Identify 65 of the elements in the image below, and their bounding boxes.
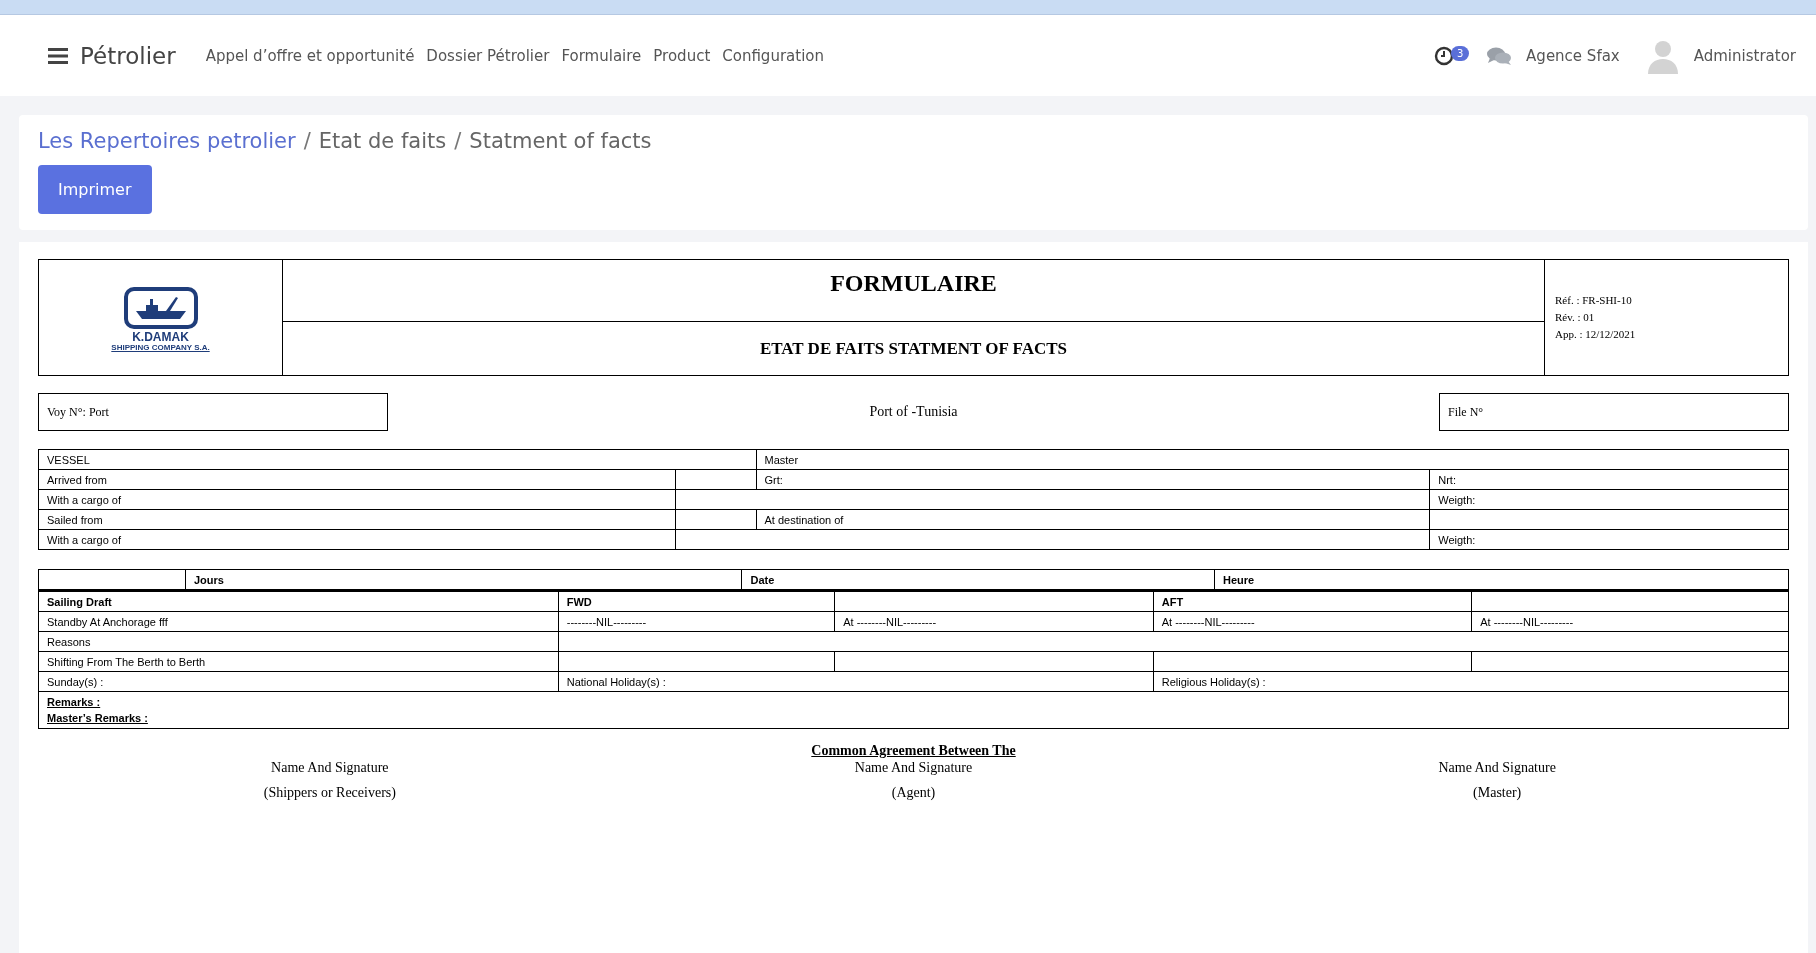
chat-icon[interactable] <box>1486 45 1513 66</box>
table-cell: --------NIL--------- <box>558 611 835 632</box>
breadcrumb-item: Etat de faits <box>318 129 447 153</box>
signature-label: Name And Signature <box>271 759 389 777</box>
table-header: Heure <box>1214 569 1789 590</box>
signatory-role: (Master) <box>1473 784 1522 802</box>
print-button[interactable]: Imprimer <box>38 165 152 214</box>
table-header: Jours <box>185 569 742 590</box>
table-cell: Standby At Anchorage fff <box>38 611 559 632</box>
nav-link[interactable]: Product <box>653 46 711 65</box>
table-cell: VESSEL <box>38 449 756 470</box>
table-cell: At --------NIL--------- <box>1471 611 1789 632</box>
table-cell: FWD <box>558 591 835 612</box>
agreement-heading: Common Agreement Between The <box>811 743 1016 758</box>
table-cell: With a cargo of <box>38 489 676 510</box>
table-cell: AFT <box>1153 591 1472 612</box>
table-cell: Master <box>756 449 1789 470</box>
table-cell: Sailing Draft <box>38 591 559 612</box>
company-name: K.DAMAK <box>132 330 189 344</box>
table-cell: Religious Holiday(s) : <box>1153 671 1789 692</box>
table-cell: At --------NIL--------- <box>1153 611 1472 632</box>
signatory-role: (Agent) <box>891 784 936 802</box>
table-cell: Grt: <box>756 469 1430 490</box>
port-label: Port of -Tunisia <box>868 404 959 420</box>
table-header: Date <box>742 569 1215 590</box>
form-title: FORMULAIRE <box>283 260 1544 322</box>
table-cell: Sailed from <box>38 509 676 530</box>
table-cell: At --------NIL--------- <box>834 611 1154 632</box>
app-title: Pétrolier <box>80 42 176 69</box>
nav-link[interactable]: Formulaire <box>561 46 642 65</box>
breadcrumb-link[interactable]: Les Repertoires petrolier <box>38 129 296 153</box>
table-cell: With a cargo of <box>38 529 676 550</box>
table-cell: Nrt: <box>1429 469 1789 490</box>
notification-badge: 3 <box>1451 45 1470 61</box>
reference-line: Rév. : 01 <box>1555 310 1596 325</box>
signature-label: Name And Signature <box>854 759 973 777</box>
nav-link[interactable]: Appel d’offre et opportunité <box>205 46 415 65</box>
reference-line: App. : 12/12/2021 <box>1555 327 1637 342</box>
table-cell: Weigth: <box>1429 489 1789 510</box>
menu-icon[interactable] <box>48 47 68 64</box>
clock-icon[interactable] <box>1434 45 1455 66</box>
signatory-role: (Shippers or Receivers) <box>263 784 396 802</box>
table-cell: At destination of <box>756 509 1430 530</box>
voyage-field: Voy N°: Port <box>38 393 388 431</box>
signature-label: Name And Signature <box>1438 759 1556 777</box>
form-subtitle: ETAT DE FAITS STATMENT OF FACTS <box>759 338 1068 359</box>
file-number-field: File N° <box>1439 393 1789 431</box>
remarks-label: Remarks : <box>47 696 101 708</box>
table-cell: Arrived from <box>38 469 676 490</box>
table-cell: Reasons <box>38 631 559 652</box>
breadcrumb-separator: / <box>454 129 462 153</box>
table-cell: Shifting From The Berth to Berth <box>38 651 559 672</box>
reference-line: Réf. : FR-SHI-10 <box>1555 293 1633 308</box>
company-subtitle: SHIPPING COMPANY S.A. <box>111 343 210 351</box>
agency-label: Agence Sfax <box>1526 46 1620 65</box>
breadcrumb-separator: / <box>303 129 311 153</box>
table-cell: Weigth: <box>1429 529 1789 550</box>
ship-logo-icon <box>121 284 200 331</box>
user-name[interactable]: Administrator <box>1693 46 1796 65</box>
table-cell: National Holiday(s) : <box>558 671 1154 692</box>
breadcrumb-item: Statment of facts <box>469 129 652 153</box>
remarks-label: Master’s Remarks : <box>47 712 148 724</box>
table-cell: Sunday(s) : <box>38 671 559 692</box>
nav-link[interactable]: Dossier Pétrolier <box>426 46 550 65</box>
nav-link[interactable]: Configuration <box>722 46 824 65</box>
